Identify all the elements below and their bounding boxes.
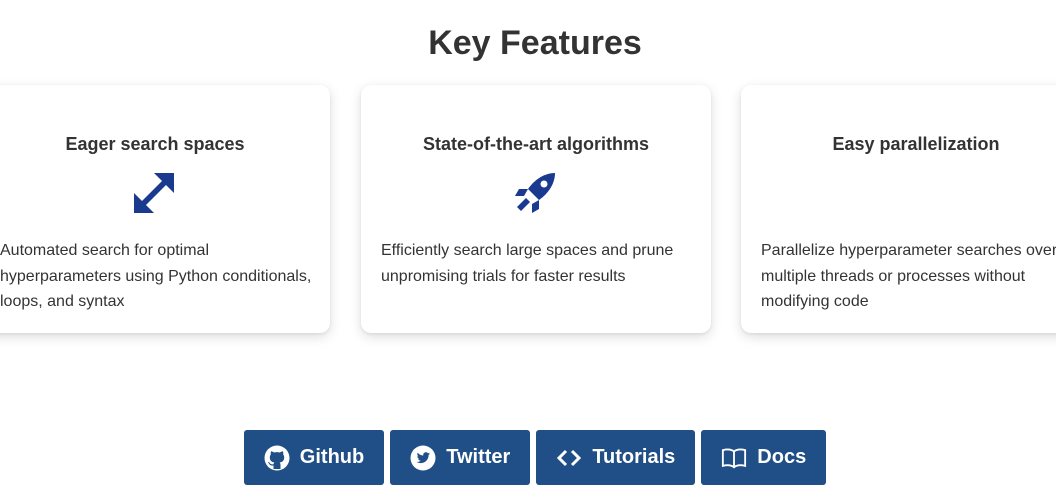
link-buttons: Github Twitter Tutorials Docs: [0, 430, 1056, 485]
twitter-icon: [410, 445, 436, 471]
twitter-button[interactable]: Twitter: [390, 430, 531, 485]
rocket-icon: [511, 169, 559, 217]
feature-card-algorithms: State-of-the-art algorithms Efficiently …: [361, 85, 711, 333]
feature-card-parallelization: Easy parallelization Parallelize hyperpa…: [741, 85, 1056, 333]
key-features-section: Key Features Eager search spaces Automat…: [0, 0, 1056, 493]
feature-description: Parallelize hyperparameter searches over…: [761, 242, 1056, 310]
twitter-button-label: Twitter: [446, 446, 511, 468]
feature-title: Easy parallelization: [832, 134, 1000, 154]
github-button-label: Github: [299, 446, 365, 468]
expand-arrows-icon: [130, 169, 178, 217]
feature-card-eager-search: Eager search spaces Automated search for…: [0, 85, 330, 333]
section-title: Key Features: [428, 24, 642, 62]
docs-button-label: Docs: [757, 446, 807, 468]
feature-description: Efficiently search large spaces and prun…: [381, 242, 674, 285]
code-icon: [556, 445, 582, 471]
feature-title: Eager search spaces: [65, 134, 245, 154]
tutorials-button-label: Tutorials: [592, 446, 676, 468]
feature-description: Automated search for optimal hyperparame…: [0, 242, 312, 310]
tutorials-button[interactable]: Tutorials: [536, 430, 696, 485]
book-icon: [721, 445, 747, 471]
github-icon: [264, 445, 290, 471]
docs-button[interactable]: Docs: [701, 430, 827, 485]
github-button[interactable]: Github: [243, 430, 385, 485]
feature-title: State-of-the-art algorithms: [422, 134, 649, 154]
